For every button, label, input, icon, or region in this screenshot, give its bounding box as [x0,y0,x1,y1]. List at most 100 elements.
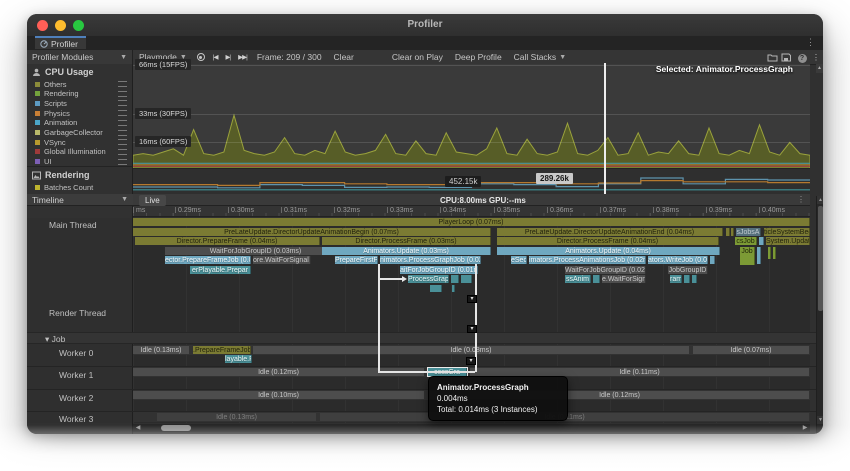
cpu-legend-item-animation[interactable]: Animation [27,118,133,128]
timeline-sample-bar[interactable]: PlayerLoop (0.07ms) [133,218,810,226]
timeline-sample-bar[interactable]: Idle (0.13ms) [157,413,317,421]
timeline-sample-bar[interactable]: sJobsA [736,228,761,236]
scroll-left-icon[interactable]: ◀ [133,424,143,432]
selected-frame-line[interactable] [604,63,606,194]
timeline-sample-bar[interactable] [430,285,442,292]
timeline-sample-bar[interactable] [757,247,761,264]
scroll-right-icon[interactable]: ▶ [800,424,810,432]
drag-handle-icon[interactable] [118,139,127,145]
timeline-sample-bar[interactable]: Animators.Update (0.04ms) [497,247,720,255]
timeline-sample-bar[interactable] [593,275,600,283]
save-profile-icon[interactable] [781,53,795,62]
timeline-sample-bar[interactable]: Idle (0.08ms) [253,346,690,354]
vertical-scroll-thumb[interactable] [818,206,823,311]
timeline-sample-bar[interactable] [684,275,690,283]
rendering-legend-item-batches-count[interactable]: Batches Count [27,182,133,192]
timeline-sample-bar[interactable]: e.WaitForSigna [602,275,646,283]
current-frame-button[interactable]: ▶▶| [234,53,251,61]
timeline-sample-bar[interactable]: ators.WriteJob (0.0 [648,256,708,264]
next-frame-button[interactable]: ▶| [221,53,234,61]
timeline-sample-bar[interactable]: WaitForJobGroupID (0.02ms) [565,266,646,274]
timeline-sample-bar[interactable]: ore.WaitForSignal ( [253,256,311,264]
flow-continue-marker-icon[interactable]: ▾ [467,325,477,333]
live-toggle[interactable]: Live [139,195,166,206]
toolbar-menu-icon[interactable]: ⋮ [809,52,823,63]
cpu-legend-item-others[interactable]: Others [27,79,133,89]
cpu-legend-item-ui[interactable]: UI [27,157,133,167]
timeline-sample-bar[interactable]: PreLateUpdate.DirectorUpdateAnimationEnd… [497,228,723,236]
timeline-view-dropdown[interactable]: Timeline ▼ [27,194,133,206]
horizontal-scroll-thumb[interactable] [161,425,191,431]
timeline-sample-bar[interactable]: .PrepareFrameJob ( [193,346,251,354]
timeline-sample-bar[interactable]: ram [670,275,682,283]
cpu-usage-module-header[interactable]: CPU Usage [27,66,133,78]
timeline-sample-bar[interactable]: Job [740,247,755,265]
prev-frame-button[interactable]: |◀ [209,53,222,61]
cpu-legend-item-garbagecollector[interactable]: GarbageCollector [27,128,133,138]
horizontal-scrollbar[interactable]: ◀ ▶ [133,424,810,432]
timeline-sample-bar[interactable]: JobGroupID [668,266,708,274]
drag-handle-icon[interactable] [118,100,127,106]
timeline-sample-bar[interactable]: erPlayable.Prepar [190,266,251,274]
scroll-up-icon[interactable]: ▲ [817,196,823,204]
timeline-sample-bar[interactable]: layable.Pre [225,355,252,363]
timeline-sample-bar[interactable]: PreLateUpdate.DirectorUpdateAnimationBeg… [133,228,491,236]
chart-scroll-up-icon[interactable]: ▲ [816,64,823,73]
timeline-sample-bar[interactable]: eSec [511,256,527,264]
drag-handle-icon[interactable] [118,110,127,116]
timeline-sample-bar[interactable]: System.Update ( [766,237,810,245]
timeline-sample-bar[interactable]: ticleSystemBegin [764,228,810,236]
timeline-sample-bar[interactable]: Idle (0.07ms) [693,346,810,354]
cpu-legend-item-vsync[interactable]: VSync [27,137,133,147]
timeline-sample-bar[interactable]: Director.PrepareFrame (0.04ms) [135,237,320,245]
timeline-sample-bar[interactable] [452,285,455,292]
vertical-scrollbar[interactable]: ▲ ▼ [816,196,823,434]
timeline-sample-bar[interactable]: ProcessGraph [408,275,449,283]
timeline-sample-bar[interactable]: Idle (0.11ms) [470,368,810,376]
flow-continue-marker-icon[interactable]: ▾ [466,357,476,365]
drag-handle-icon[interactable] [118,159,127,165]
timeline-sample-bar[interactable]: Animators.Update (0.03ms) [322,247,491,255]
timeline-sample-bar[interactable]: ector.PrepareFrameJob (0.02m [165,256,251,264]
drag-handle-icon[interactable] [118,91,127,97]
call-stacks-dropdown[interactable]: Call Stacks ▼ [508,50,572,64]
drag-handle-icon[interactable] [118,130,127,136]
clear-on-play-button[interactable]: Clear on Play [386,50,449,64]
timeline-sample-bar[interactable]: Director.ProcessFrame (0.04ms) [497,237,719,245]
timeline-sample-bar[interactable] [731,228,734,236]
cpu-usage-chart[interactable] [133,64,810,168]
flow-continue-marker-icon[interactable]: ▾ [467,295,477,303]
rendering-module-header[interactable]: Rendering [27,169,133,181]
timeline-sample-bar[interactable]: nimators.ProcessGraphJob (0.02ms [380,256,481,264]
timeline-sample-bar[interactable]: PrepareFirstPa [335,256,378,264]
timeline-sample-bar[interactable]: Idle (0.10ms) [133,391,425,399]
timeline-sample-bar[interactable]: aitForJobGroupID (0.01ms [400,266,478,274]
time-ruler[interactable]: ms0.29ms0.30ms0.31ms0.32ms0.33ms0.34ms0.… [133,206,810,217]
timeline-sample-bar[interactable]: Idle (0.13ms) [133,346,190,354]
drag-handle-icon[interactable] [118,81,127,87]
timeline-sample-bar[interactable] [461,275,472,283]
cpu-legend-item-scripts[interactable]: Scripts [27,98,133,108]
timeline-sample-bar[interactable] [710,256,715,264]
timeline-sample-bar[interactable]: imators.ProcessAnimationsJob (0.02m [529,256,646,264]
cpu-legend-item-physics[interactable]: Physics [27,108,133,118]
timeline-sample-bar[interactable] [692,275,697,283]
job-group-row[interactable] [27,332,823,344]
timeline-sample-bar[interactable] [451,275,459,283]
timeline-sample-bar[interactable]: csJob [735,237,757,245]
help-icon[interactable]: ? [795,52,809,63]
timeline-sample-bar[interactable] [768,247,771,259]
timeline-sample-bar[interactable]: ssAnim [565,275,591,283]
timeline-sample-bar[interactable]: WaitForJobGroupID (0.03ms) [165,247,347,255]
window-menu-icon[interactable]: ⋮ [806,37,815,48]
drag-handle-icon[interactable] [118,149,127,155]
timeline-sample-bar[interactable] [726,228,730,236]
cpu-legend-item-global-illumination[interactable]: Global Illumination [27,147,133,157]
timeline-sample-bar[interactable]: Director.ProcessFrame (0.03ms) [322,237,491,245]
profiler-modules-dropdown[interactable]: Profiler Modules ▼ [27,50,133,64]
timeline-sample-bar[interactable] [759,237,764,245]
clear-button[interactable]: Clear [328,50,360,64]
timeline-menu-icon[interactable]: ⋮ [797,195,805,204]
thread-label-job[interactable]: ▾ Job [45,334,65,345]
scroll-down-icon[interactable]: ▼ [817,416,823,424]
